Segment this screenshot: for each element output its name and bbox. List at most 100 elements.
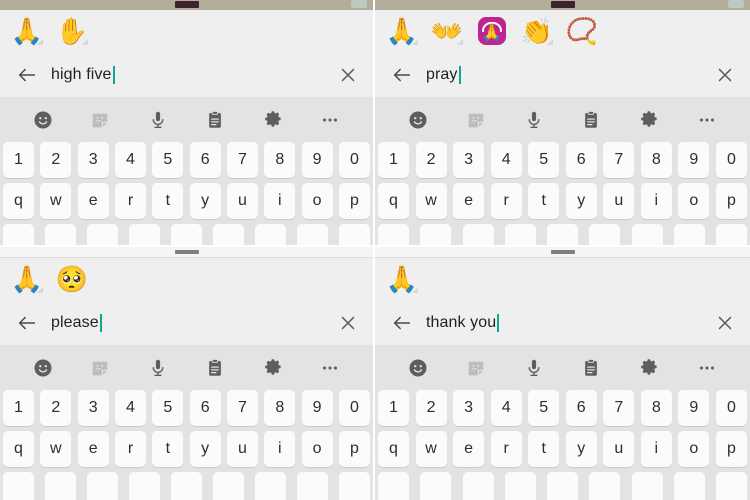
more-dots-icon[interactable] — [317, 355, 343, 381]
key-third-row[interactable] — [297, 224, 328, 245]
key-y[interactable]: y — [565, 183, 597, 219]
key-7[interactable]: 7 — [226, 390, 258, 426]
search-input[interactable]: thank you — [426, 314, 714, 332]
key-6[interactable]: 6 — [189, 142, 221, 178]
key-third-row[interactable] — [631, 472, 663, 500]
key-0[interactable]: 0 — [338, 390, 370, 426]
key-7[interactable]: 7 — [603, 390, 635, 426]
key-third-row[interactable] — [45, 472, 76, 500]
microphone-icon[interactable] — [145, 355, 171, 381]
key-u[interactable]: u — [603, 431, 635, 467]
key-r[interactable]: r — [114, 431, 146, 467]
close-icon[interactable] — [337, 64, 359, 86]
key-r[interactable]: r — [490, 183, 522, 219]
key-2[interactable]: 2 — [40, 390, 72, 426]
search-input[interactable]: pray — [426, 66, 714, 84]
key-o[interactable]: o — [301, 431, 333, 467]
key-third-row[interactable] — [420, 472, 452, 500]
key-o[interactable]: o — [301, 183, 333, 219]
key-4[interactable]: 4 — [490, 390, 522, 426]
key-5[interactable]: 5 — [152, 142, 184, 178]
key-4[interactable]: 4 — [490, 142, 522, 178]
on-screen-keyboard[interactable]: 1234567890 qwertyuiop — [375, 98, 750, 245]
back-arrow-icon[interactable] — [16, 312, 38, 334]
key-8[interactable]: 8 — [640, 142, 672, 178]
folded-hands-emoji[interactable]: 🙏 — [386, 16, 418, 46]
more-dots-icon[interactable] — [317, 107, 343, 133]
key-third-row[interactable] — [631, 224, 663, 245]
key-third-row[interactable] — [339, 472, 370, 500]
pleading-face-emoji[interactable]: 🥺 — [56, 264, 88, 294]
key-third-row[interactable] — [129, 224, 160, 245]
folded-hands-emoji[interactable]: 🙏 — [386, 264, 418, 294]
microphone-icon[interactable] — [145, 107, 171, 133]
key-third-row[interactable] — [504, 224, 536, 245]
key-third-row[interactable] — [378, 472, 409, 500]
back-arrow-icon[interactable] — [391, 64, 413, 86]
key-q[interactable]: q — [3, 183, 34, 219]
key-e[interactable]: e — [77, 431, 109, 467]
key-third-row[interactable] — [45, 224, 76, 245]
key-r[interactable]: r — [114, 183, 146, 219]
key-w[interactable]: w — [415, 183, 447, 219]
key-third-row[interactable] — [213, 224, 244, 245]
prayer-beads-emoji[interactable]: 📿 — [566, 16, 598, 46]
emoji-search-bar[interactable]: high five — [0, 52, 373, 98]
key-4[interactable]: 4 — [114, 390, 146, 426]
open-hands-emoji[interactable]: 👐 — [431, 16, 463, 46]
key-o[interactable]: o — [678, 183, 710, 219]
emoji-smiley-icon[interactable] — [405, 107, 431, 133]
gear-icon[interactable] — [636, 107, 662, 133]
key-third-row[interactable] — [297, 472, 328, 500]
key-5[interactable]: 5 — [528, 390, 560, 426]
more-dots-icon[interactable] — [694, 355, 720, 381]
clipboard-icon[interactable] — [202, 107, 228, 133]
key-q[interactable]: q — [378, 431, 409, 467]
key-p[interactable]: p — [715, 183, 747, 219]
key-0[interactable]: 0 — [715, 142, 747, 178]
clipboard-icon[interactable] — [578, 107, 604, 133]
key-w[interactable]: w — [415, 431, 447, 467]
key-p[interactable]: p — [338, 183, 370, 219]
key-3[interactable]: 3 — [77, 142, 109, 178]
key-third-row[interactable] — [547, 224, 578, 245]
key-p[interactable]: p — [338, 431, 370, 467]
key-third-row[interactable] — [589, 224, 621, 245]
key-u[interactable]: u — [226, 431, 258, 467]
key-third-row[interactable] — [171, 472, 202, 500]
emoji-smiley-icon[interactable] — [30, 355, 56, 381]
emoji-smiley-icon[interactable] — [405, 355, 431, 381]
microphone-icon[interactable] — [521, 355, 547, 381]
key-3[interactable]: 3 — [453, 390, 485, 426]
key-third-row[interactable] — [378, 224, 409, 245]
folded-hands-emoji[interactable]: 🙏 — [11, 16, 43, 46]
key-2[interactable]: 2 — [415, 390, 447, 426]
key-y[interactable]: y — [565, 431, 597, 467]
key-y[interactable]: y — [189, 183, 221, 219]
key-i[interactable]: i — [264, 431, 296, 467]
pray-app-icon[interactable]: 🙏 — [477, 16, 507, 46]
key-1[interactable]: 1 — [378, 390, 409, 426]
sticker-icon[interactable] — [87, 355, 113, 381]
on-screen-keyboard[interactable]: 1234567890 qwertyuiop — [0, 98, 373, 245]
key-third-row[interactable] — [673, 472, 705, 500]
sticker-icon[interactable] — [463, 355, 489, 381]
key-third-row[interactable] — [255, 472, 286, 500]
key-0[interactable]: 0 — [338, 142, 370, 178]
gear-icon[interactable] — [260, 107, 286, 133]
key-9[interactable]: 9 — [301, 142, 333, 178]
on-screen-keyboard[interactable]: 1234567890 qwertyuiop — [375, 346, 750, 500]
key-6[interactable]: 6 — [565, 390, 597, 426]
key-1[interactable]: 1 — [3, 142, 34, 178]
key-5[interactable]: 5 — [152, 390, 184, 426]
emoji-search-bar[interactable]: pray — [375, 52, 750, 98]
key-t[interactable]: t — [528, 183, 560, 219]
key-6[interactable]: 6 — [189, 390, 221, 426]
key-third-row[interactable] — [171, 224, 202, 245]
microphone-icon[interactable] — [521, 107, 547, 133]
key-e[interactable]: e — [453, 183, 485, 219]
key-o[interactable]: o — [678, 431, 710, 467]
key-third-row[interactable] — [87, 224, 118, 245]
clipboard-icon[interactable] — [202, 355, 228, 381]
key-third-row[interactable] — [589, 472, 621, 500]
